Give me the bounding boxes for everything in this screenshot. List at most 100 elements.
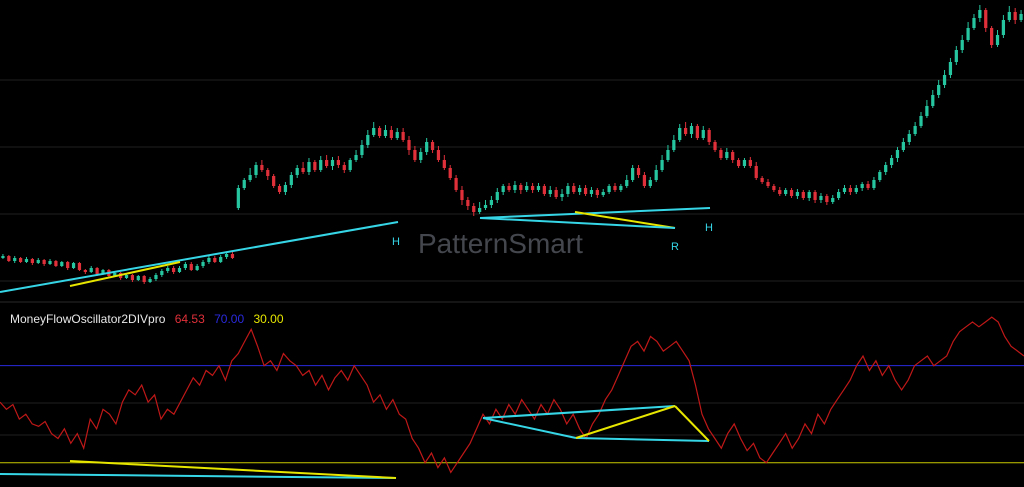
candle	[530, 183, 535, 193]
candle	[7, 255, 11, 262]
money-flow-line	[0, 316, 1024, 474]
oscillator-levels	[0, 365, 1024, 464]
candle	[789, 188, 794, 198]
candle	[248, 168, 252, 182]
candle	[24, 257, 29, 263]
candle	[625, 175, 629, 188]
watermark-text: PatternSmart	[418, 228, 583, 259]
candle	[1019, 10, 1023, 22]
candle	[60, 261, 64, 267]
candle	[613, 183, 617, 192]
candle	[307, 158, 311, 175]
candle	[301, 162, 305, 174]
candle	[866, 181, 870, 190]
candle	[283, 182, 288, 195]
candle	[642, 172, 647, 188]
candle	[884, 162, 888, 175]
candle	[330, 157, 335, 170]
pattern-marker-label: H	[705, 222, 713, 234]
candle	[1001, 15, 1006, 38]
candle	[348, 158, 352, 172]
candle	[83, 269, 87, 274]
candle	[813, 190, 817, 203]
candle	[701, 126, 705, 140]
candle	[736, 158, 741, 168]
candle	[583, 185, 588, 196]
candle	[854, 185, 858, 194]
candle	[666, 145, 670, 162]
candle	[478, 202, 482, 214]
candle	[507, 183, 511, 192]
candle	[360, 140, 364, 158]
candle	[325, 155, 329, 168]
candle	[601, 189, 605, 197]
candle	[660, 155, 664, 172]
candle	[501, 184, 505, 195]
candle	[413, 146, 417, 162]
candle	[177, 266, 182, 273]
candle	[377, 126, 382, 138]
candle	[607, 184, 611, 194]
candle	[766, 179, 770, 188]
candle	[266, 168, 270, 180]
candle	[801, 190, 805, 200]
candle	[860, 182, 864, 191]
candle	[713, 140, 717, 152]
candle	[778, 187, 782, 196]
candle	[342, 162, 346, 173]
candle	[189, 262, 193, 271]
candle	[495, 188, 499, 203]
candle	[919, 112, 923, 128]
candle	[48, 259, 52, 265]
candle	[77, 262, 82, 271]
candle	[819, 193, 823, 203]
candle	[277, 184, 282, 194]
candle	[148, 277, 152, 283]
legend-value-lower-level: 30.00	[253, 312, 284, 326]
candle	[560, 189, 564, 201]
candle	[595, 188, 599, 198]
candle	[489, 196, 494, 208]
pattern-line	[479, 207, 711, 219]
candle	[272, 174, 276, 188]
candle	[901, 138, 905, 152]
candle	[313, 160, 317, 172]
candle	[66, 261, 70, 270]
candle	[772, 184, 776, 192]
candle	[848, 185, 853, 195]
candle	[42, 259, 46, 266]
candle	[842, 185, 847, 194]
candle	[925, 100, 929, 118]
candle	[719, 148, 723, 160]
candle	[907, 130, 911, 145]
candle	[889, 155, 894, 168]
candle	[236, 185, 240, 210]
legend-value-upper-level: 70.00	[214, 312, 245, 326]
candle	[831, 195, 835, 204]
candle	[784, 188, 788, 196]
candle	[289, 172, 293, 188]
candle	[195, 264, 199, 271]
indicator-legend: MoneyFlowOscillator2DIVpro 64.53 70.00 3…	[10, 312, 290, 326]
oscillator-grid	[0, 402, 1024, 436]
pattern-line	[575, 437, 710, 442]
candle	[442, 155, 446, 170]
candle	[648, 177, 652, 188]
candle	[466, 197, 470, 210]
candle	[837, 189, 841, 200]
candle	[954, 46, 958, 65]
candle	[1, 254, 5, 259]
candle	[619, 184, 623, 192]
candle	[942, 70, 947, 88]
pattern-line	[674, 405, 710, 442]
candle	[995, 30, 1000, 47]
candle	[454, 175, 458, 192]
candle	[725, 148, 729, 160]
candle	[972, 14, 976, 30]
candle	[213, 256, 217, 263]
candle	[430, 140, 435, 153]
candle	[742, 158, 747, 168]
candle	[219, 255, 223, 263]
candle	[207, 256, 211, 264]
candle	[354, 150, 358, 162]
